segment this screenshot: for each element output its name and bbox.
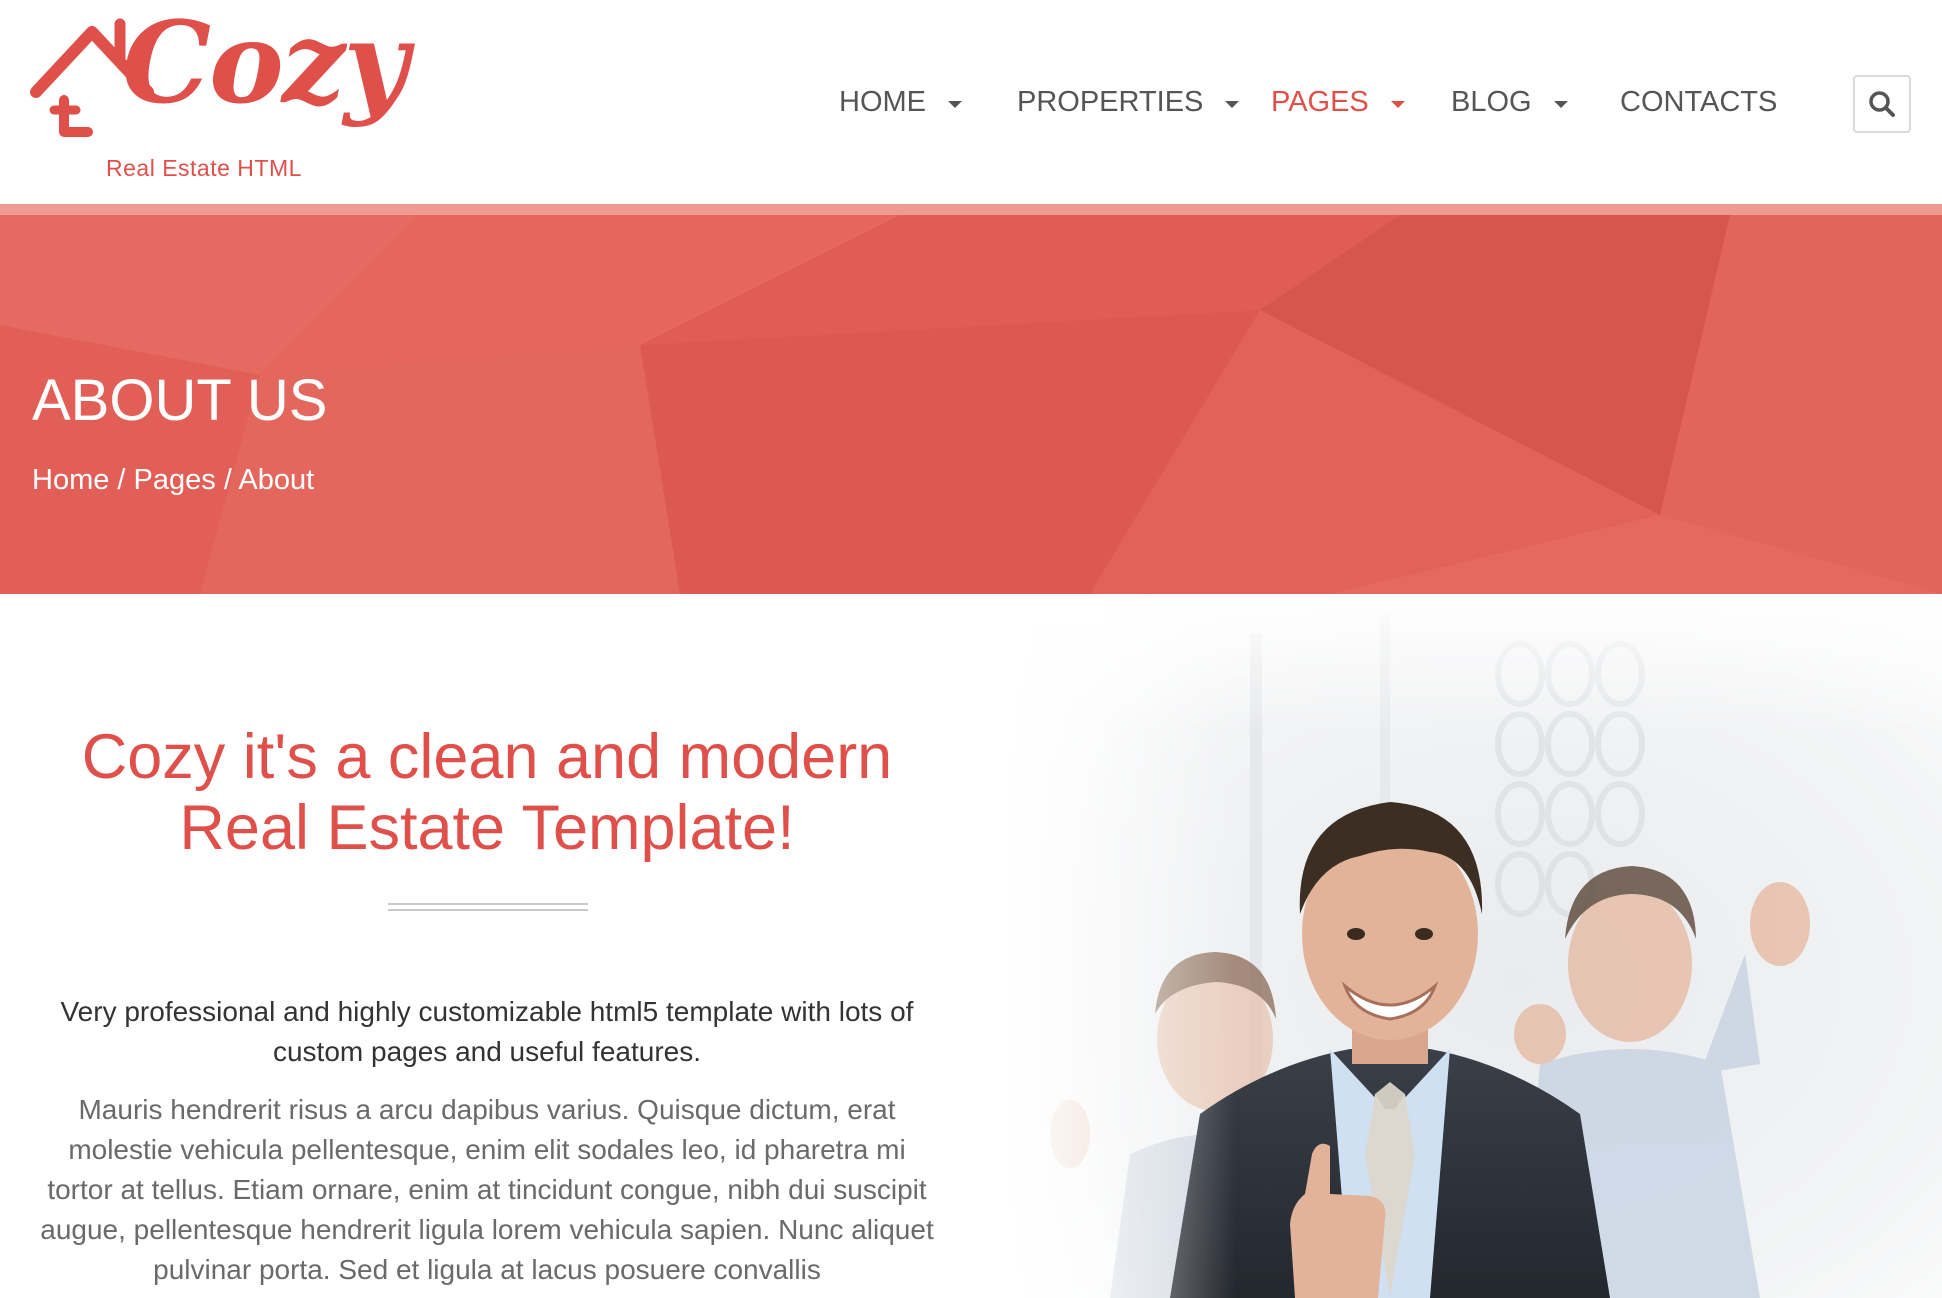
headline-line-1: Cozy it's a clean and modern (81, 722, 893, 792)
breadcrumb-home-link[interactable]: Home (32, 464, 109, 496)
breadcrumb-current: About (238, 464, 315, 496)
about-section: Cozy it's a clean and modern Real Estate… (0, 594, 1942, 1298)
search-icon (1869, 91, 1895, 117)
nav-item-properties[interactable]: PROPERTIES (1017, 80, 1240, 124)
nav-label: PROPERTIES (1017, 85, 1204, 118)
caret-down-icon (948, 100, 962, 108)
caret-down-icon (1553, 100, 1568, 108)
about-body-paragraph: Mauris hendrerit risus a arcu dapibus va… (40, 1094, 934, 1285)
caret-down-icon (1225, 100, 1240, 108)
search-button[interactable] (1853, 75, 1911, 133)
page-banner: ABOUT US Home / Pages / About (0, 204, 1942, 594)
main-nav: HOME PROPERTIES PAGES BLOG CONTACTS (0, 80, 1942, 124)
caret-down-icon (1390, 100, 1405, 108)
team-photo-image (1000, 594, 1942, 1298)
about-lead-paragraph: Very professional and highly customizabl… (60, 996, 914, 1067)
headline-line-2: Real Estate Template! (179, 793, 795, 863)
team-photo (1000, 594, 1942, 1298)
headline-divider (388, 903, 588, 911)
breadcrumb-separator: / (117, 464, 134, 496)
about-text-column: Cozy it's a clean and modern Real Estate… (30, 594, 944, 1298)
nav-item-pages[interactable]: PAGES (1271, 80, 1405, 124)
nav-item-blog[interactable]: BLOG (1451, 80, 1568, 124)
nav-item-contacts[interactable]: CONTACTS (1620, 80, 1777, 124)
banner-top-strip (0, 204, 1942, 215)
site-header: Cozy Real Estate HTML HOME PROPERTIES PA… (0, 0, 1942, 204)
logo-tagline: Real Estate HTML (106, 155, 302, 181)
nav-label: BLOG (1451, 85, 1532, 118)
nav-label: HOME (839, 85, 926, 118)
page-title: ABOUT US (32, 368, 328, 433)
nav-item-home[interactable]: HOME (839, 80, 962, 124)
breadcrumb: Home / Pages / About (32, 464, 314, 497)
breadcrumb-pages-link[interactable]: Pages (134, 464, 216, 496)
nav-label: PAGES (1271, 85, 1369, 118)
breadcrumb-separator: / (223, 464, 239, 496)
nav-label: CONTACTS (1620, 85, 1778, 118)
about-headline: Cozy it's a clean and modern Real Estate… (30, 722, 944, 864)
